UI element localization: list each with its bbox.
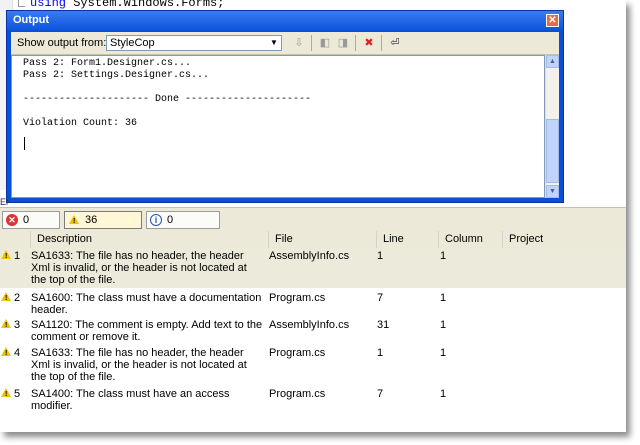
table-row[interactable]: 4 SA1633: The file has no header, the he…: [0, 345, 626, 385]
text-cursor: [24, 137, 25, 150]
output-toolbar: Show output from: StyleCop ▼ ⇩ ◧ ◨ ✖ ⏎: [11, 32, 559, 55]
table-row[interactable]: 2 SA1600: The class must have a document…: [0, 290, 626, 316]
toolbar-separator: [355, 35, 356, 51]
row-line: 1: [377, 347, 384, 359]
scroll-thumb[interactable]: [546, 119, 559, 183]
code-text: System.Windows.Forms;: [66, 0, 225, 10]
row-number: 5: [14, 388, 21, 400]
row-line: 7: [377, 292, 384, 304]
show-output-label: Show output from:: [17, 37, 107, 49]
table-row[interactable]: 1 SA1633: The file has no header, the he…: [0, 248, 626, 288]
errors-filter-button[interactable]: ✕ 0 Errors: [2, 211, 60, 242]
toolbar-separator: [381, 35, 382, 51]
info-icon: i: [150, 214, 162, 226]
header-project[interactable]: Project: [502, 231, 626, 248]
warning-icon: [68, 214, 80, 228]
row-file: Program.cs: [269, 347, 326, 359]
next-message-icon[interactable]: ◨: [335, 35, 351, 51]
header-column[interactable]: Column: [438, 231, 502, 248]
row-description: SA1633: The file has no header, the head…: [31, 250, 247, 286]
row-line: 1: [377, 250, 384, 262]
header-icon-column[interactable]: [0, 231, 30, 248]
row-number: 4: [14, 347, 21, 359]
close-icon: ✕: [548, 15, 557, 26]
previous-message-icon[interactable]: ◧: [317, 35, 333, 51]
row-line: 7: [377, 388, 384, 400]
warning-icon: [1, 319, 11, 332]
row-description: SA1120: The comment is empty. Add text t…: [31, 319, 263, 343]
clear-all-icon[interactable]: ✖: [361, 35, 377, 51]
chevron-down-icon[interactable]: ▼: [268, 37, 280, 49]
close-button[interactable]: ✕: [546, 14, 559, 27]
output-body: Show output from: StyleCop ▼ ⇩ ◧ ◨ ✖ ⏎ P…: [11, 32, 559, 198]
find-message-icon[interactable]: ⇩: [291, 35, 307, 51]
warning-icon: [1, 347, 11, 360]
toolbar-separator: [311, 35, 312, 51]
row-file: AssemblyInfo.cs: [269, 319, 350, 331]
outline-bracket: [18, 0, 25, 7]
row-number: 3: [14, 319, 21, 331]
error-icon: ✕: [6, 214, 18, 226]
row-number: 2: [14, 292, 21, 304]
row-description: SA1633: The file has no header, the head…: [31, 347, 247, 383]
row-description: SA1400: The class must have an access mo…: [31, 388, 230, 412]
row-column: 1: [440, 388, 447, 400]
header-file[interactable]: File: [268, 231, 376, 248]
warning-icon: [1, 292, 11, 305]
scroll-up-icon[interactable]: ▲: [546, 55, 559, 68]
row-column: 1: [440, 250, 447, 262]
table-row[interactable]: 5 SA1400: The class must have an access …: [0, 386, 626, 412]
header-line[interactable]: Line: [376, 231, 438, 248]
row-column: 1: [440, 347, 447, 359]
row-column: 1: [440, 319, 447, 331]
output-text-area[interactable]: Pass 2: Form1.Designer.cs... Pass 2: Set…: [11, 55, 545, 198]
screenshot-frame: using System.Windows.Forms; Output ✕ Sho…: [0, 0, 626, 432]
code-keyword: using: [30, 0, 67, 10]
row-number: 1: [14, 250, 21, 262]
warning-icon: [1, 250, 11, 263]
row-file: Program.cs: [269, 388, 326, 400]
error-list-tab[interactable]: Er: [0, 197, 9, 207]
warnings-filter-button[interactable]: 36 Warnings: [64, 211, 142, 242]
error-list-header: Description File Line Column Project: [0, 231, 626, 249]
output-source-value: StyleCop: [110, 37, 155, 49]
row-line: 31: [377, 319, 390, 331]
scroll-down-icon[interactable]: ▼: [546, 185, 559, 198]
messages-filter-button[interactable]: i 0 Messages: [146, 211, 220, 242]
row-description: SA1600: The class must have a documentat…: [31, 292, 262, 316]
table-row[interactable]: 3 SA1120: The comment is empty. Add text…: [0, 317, 626, 343]
error-list-toolbar: ✕ 0 Errors 36 Warnings i 0 Messages: [0, 207, 626, 242]
row-column: 1: [440, 292, 447, 304]
output-source-select[interactable]: StyleCop ▼: [106, 35, 282, 51]
warning-icon: [1, 388, 11, 401]
row-file: Program.cs: [269, 292, 326, 304]
code-line[interactable]: using System.Windows.Forms;: [30, 0, 224, 10]
output-title-bar[interactable]: Output: [7, 11, 563, 30]
word-wrap-icon[interactable]: ⏎: [387, 35, 403, 51]
row-file: AssemblyInfo.cs: [269, 250, 350, 262]
output-window: Output ✕ Show output from: StyleCop ▼ ⇩ …: [6, 10, 564, 203]
output-title: Output: [13, 14, 50, 26]
output-vertical-scrollbar[interactable]: ▲ ▼: [545, 55, 559, 198]
header-description[interactable]: Description: [30, 231, 268, 248]
